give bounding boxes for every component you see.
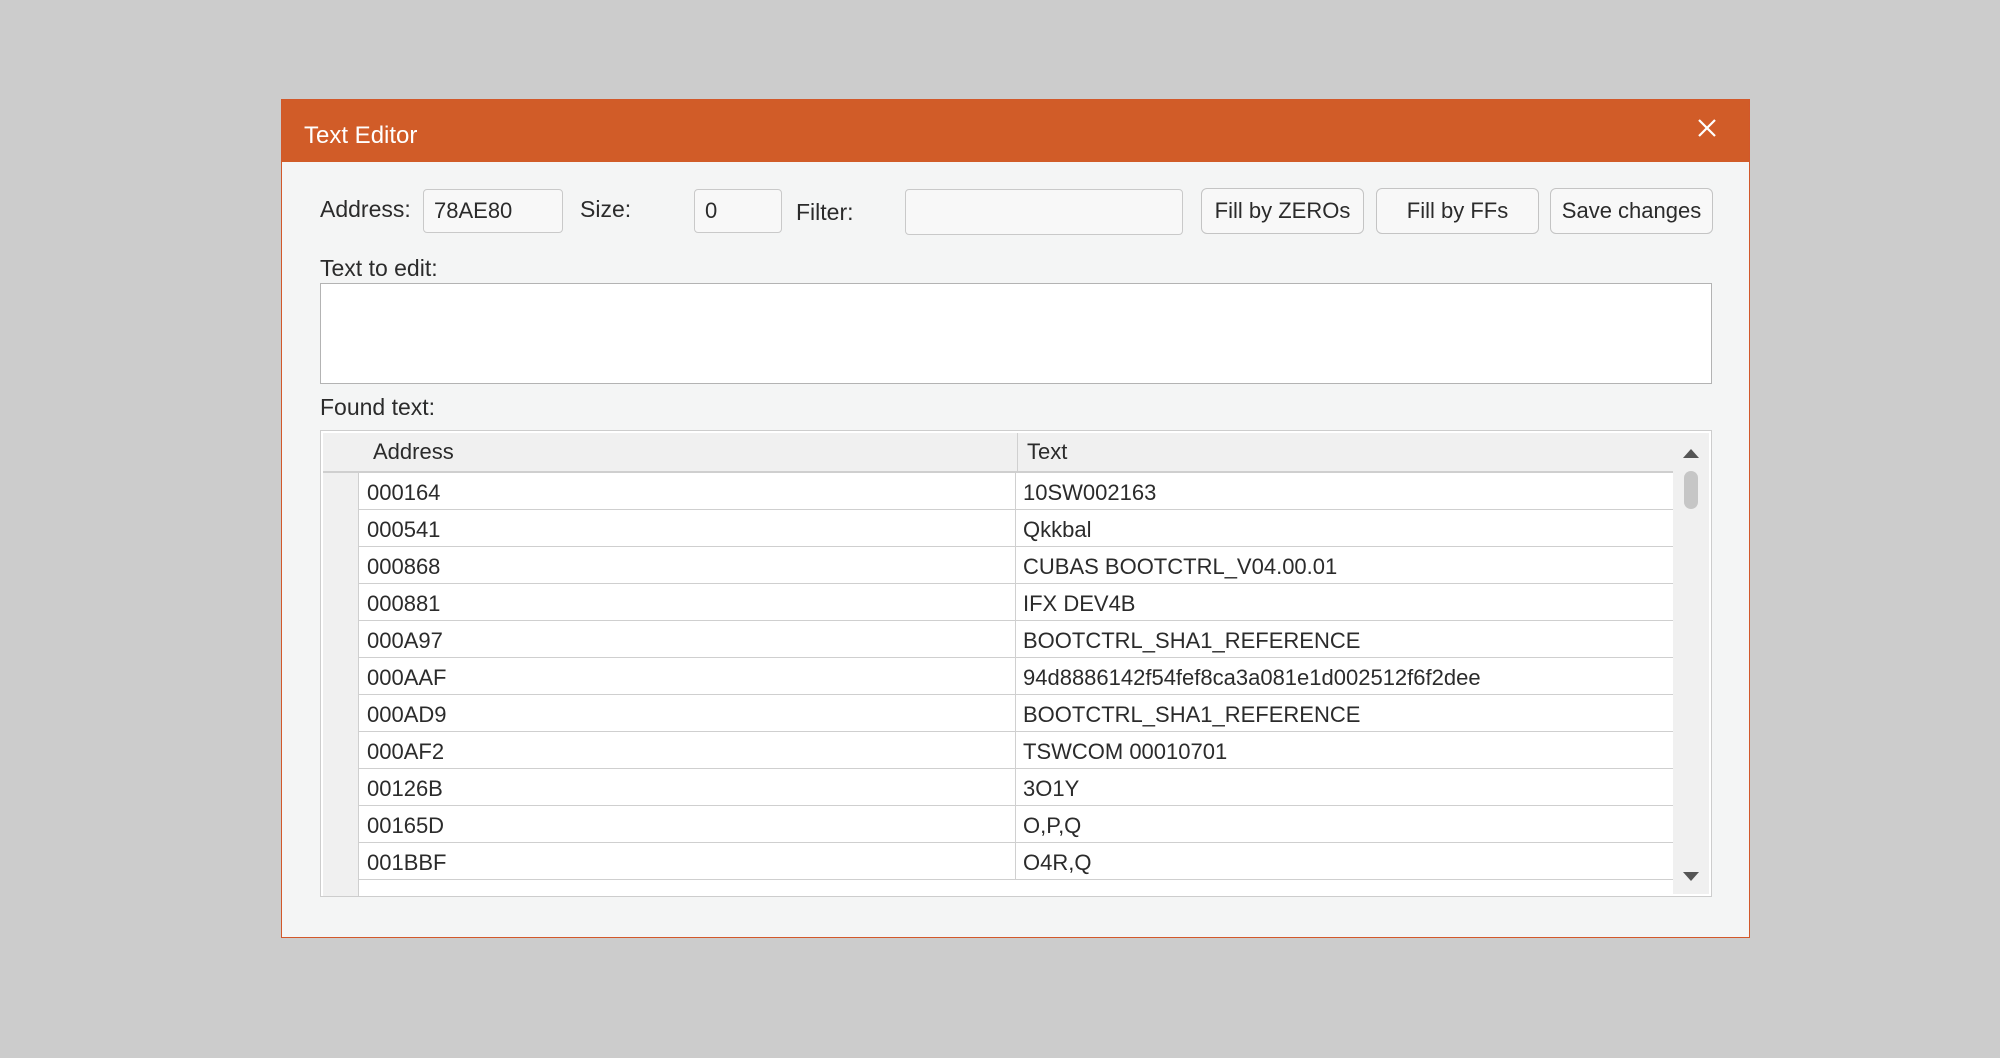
cell-text: O4R,Q xyxy=(1023,850,1092,875)
fill-by-ffs-button[interactable]: Fill by FFs xyxy=(1376,188,1539,234)
close-button[interactable] xyxy=(1685,106,1729,150)
cell-divider xyxy=(1015,621,1016,658)
cell-divider xyxy=(1015,547,1016,584)
table-row[interactable]: 000868 CUBAS BOOTCTRL_V04.00.01 xyxy=(359,547,1693,584)
row-selector-column xyxy=(323,473,359,896)
scroll-up-arrow-icon xyxy=(1683,449,1699,458)
cell-divider xyxy=(1015,584,1016,621)
table-row[interactable]: 000881 IFX DEV4B xyxy=(359,584,1693,621)
title-bar: Text Editor xyxy=(282,100,1749,162)
cell-address: 00126B xyxy=(367,776,443,801)
cell-divider xyxy=(1015,843,1016,880)
cell-text: BOOTCTRL_SHA1_REFERENCE xyxy=(1023,702,1361,727)
grid-header: Address Text xyxy=(323,433,1693,473)
table-row[interactable]: 00126B 3O1Y xyxy=(359,769,1693,806)
vertical-scrollbar[interactable] xyxy=(1673,433,1709,894)
found-text-grid: Address Text 000164 10SW002163 000541 Qkkba… xyxy=(320,430,1712,897)
table-row[interactable]: 000AF2 TSWCOM 00010701 xyxy=(359,732,1693,769)
cell-divider xyxy=(1015,473,1016,510)
fill-by-zeros-button[interactable]: Fill by ZEROs xyxy=(1201,188,1364,234)
cell-text: BOOTCTRL_SHA1_REFERENCE xyxy=(1023,628,1361,653)
cell-address: 000164 xyxy=(367,480,441,505)
cell-address: 000AAF xyxy=(367,665,447,690)
scroll-thumb[interactable] xyxy=(1684,471,1698,509)
column-header-text[interactable]: Text xyxy=(1027,433,1067,471)
table-row[interactable]: 001BBF O4R,Q xyxy=(359,843,1693,880)
cell-divider xyxy=(1015,695,1016,732)
filter-label: Filter: xyxy=(796,199,854,225)
text-editor-window: Text Editor Address: 78AE80 Size: 0 Filt… xyxy=(281,99,1750,938)
cell-divider xyxy=(1015,658,1016,695)
table-row[interactable]: 000A97 BOOTCTRL_SHA1_REFERENCE xyxy=(359,621,1693,658)
cell-text: O,P,Q xyxy=(1023,813,1082,838)
cell-divider xyxy=(1015,769,1016,806)
column-divider xyxy=(1017,433,1018,471)
cell-address: 000541 xyxy=(367,517,441,542)
cell-address: 000AD9 xyxy=(367,702,447,727)
cell-text: TSWCOM 00010701 xyxy=(1023,739,1228,764)
table-row[interactable]: 000AD9 BOOTCTRL_SHA1_REFERENCE xyxy=(359,695,1693,732)
cell-address: 000A97 xyxy=(367,628,443,653)
table-row[interactable]: 000AAF 94d8886142f54fef8ca3a081e1d002512f… xyxy=(359,658,1693,695)
text-to-edit-label: Text to edit: xyxy=(320,255,438,281)
address-label: Address: xyxy=(320,196,411,222)
cell-address: 000AF2 xyxy=(367,739,445,764)
close-icon xyxy=(1698,119,1716,137)
cell-address: 000881 xyxy=(367,591,441,616)
address-input[interactable]: 78AE80 xyxy=(423,189,563,233)
filter-input[interactable] xyxy=(905,189,1183,235)
cell-text: Qkkbal xyxy=(1023,517,1092,542)
cell-divider xyxy=(1015,806,1016,843)
table-row[interactable]: 000541 Qkkbal xyxy=(359,510,1693,547)
cell-text: 3O1Y xyxy=(1023,776,1080,801)
scroll-down-arrow-icon xyxy=(1683,872,1699,881)
text-to-edit-field[interactable] xyxy=(320,283,1712,384)
cell-address: 00165D xyxy=(367,813,445,838)
table-row[interactable]: 000164 10SW002163 xyxy=(359,473,1693,510)
scroll-up-button[interactable] xyxy=(1673,439,1709,469)
grid-rows: 000164 10SW002163 000541 Qkkbal 000868 CUBAS … xyxy=(359,473,1693,880)
save-changes-button[interactable]: Save changes xyxy=(1550,188,1713,234)
cell-text: IFX DEV4B xyxy=(1023,591,1136,616)
window-title: Text Editor xyxy=(304,122,418,149)
size-input[interactable]: 0 xyxy=(694,189,782,233)
cell-text: 10SW002163 xyxy=(1023,480,1157,505)
size-label: Size: xyxy=(580,196,632,222)
cell-text: 94d8886142f54fef8ca3a081e1d002512f6f2dee xyxy=(1023,665,1481,690)
cell-divider xyxy=(1015,732,1016,769)
scroll-down-button[interactable] xyxy=(1673,862,1709,892)
cell-address: 000868 xyxy=(367,554,441,579)
found-text-label: Found text: xyxy=(320,394,436,420)
table-row[interactable]: 00165D O,P,Q xyxy=(359,806,1693,843)
column-header-address[interactable]: Address xyxy=(373,433,454,471)
cell-text: CUBAS BOOTCTRL_V04.00.01 xyxy=(1023,554,1338,579)
cell-address: 001BBF xyxy=(367,850,447,875)
cell-divider xyxy=(1015,510,1016,547)
